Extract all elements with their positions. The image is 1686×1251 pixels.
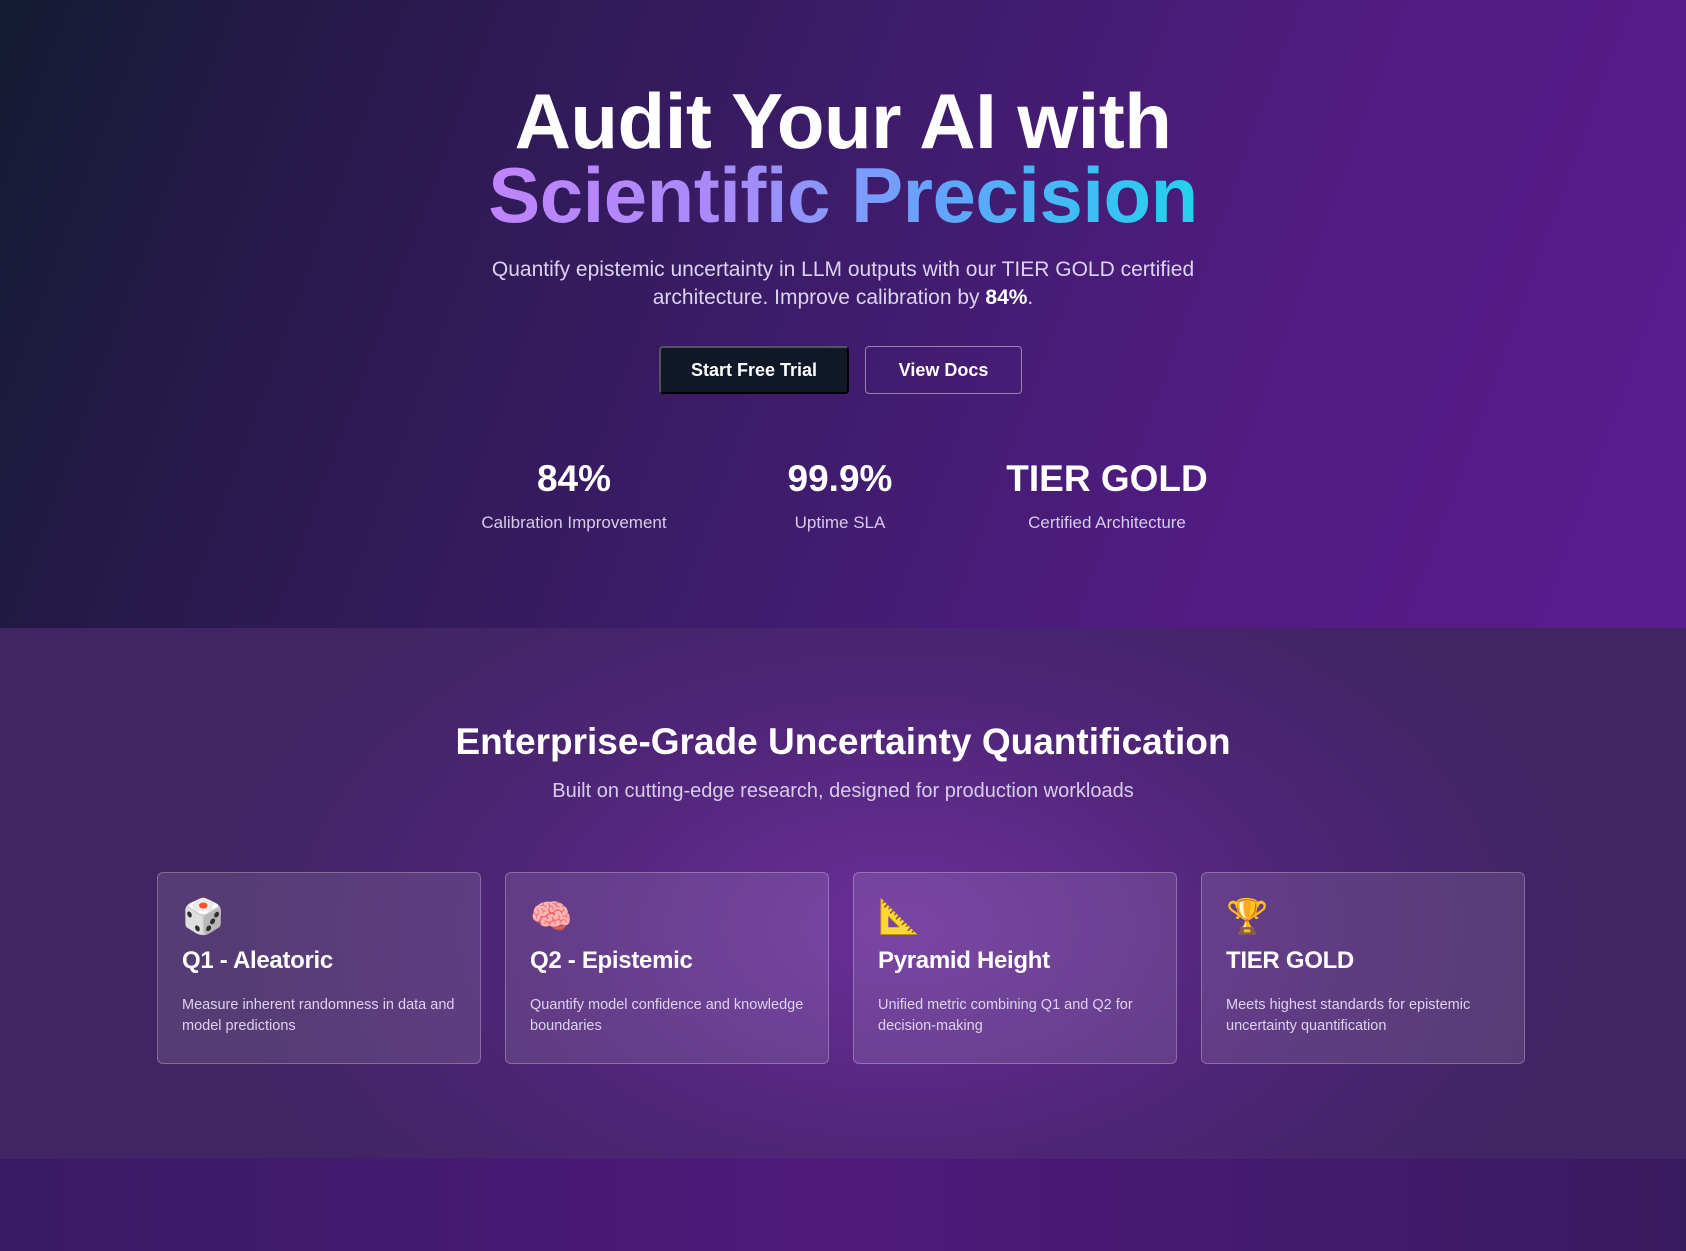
stat-value: 99.9% xyxy=(787,458,893,499)
feature-card-title: Q2 - Epistemic xyxy=(530,947,693,974)
feature-card-description: Quantify model confidence and knowledge … xyxy=(530,997,804,1034)
stat-label: Certified Architecture xyxy=(1028,513,1186,532)
hero-subtitle-text: Quantify epistemic uncertainty in LLM ou… xyxy=(491,258,1195,309)
hero-subtitle: Quantify epistemic uncertainty in LLM ou… xyxy=(443,256,1243,312)
stat-uptime: 99.9% Uptime SLA xyxy=(710,455,970,533)
brain-icon: 🧠 xyxy=(530,897,573,937)
feature-card-description: Unified metric combining Q1 and Q2 for d… xyxy=(878,997,1133,1034)
hero-section: Audit Your AI with Scientific Precision … xyxy=(0,0,1686,628)
hero-subtitle-end: . xyxy=(1027,286,1034,309)
trophy-icon: 🏆 xyxy=(1226,897,1269,937)
stat-value: TIER GOLD xyxy=(1006,458,1208,499)
stat-label: Calibration Improvement xyxy=(481,513,667,532)
hero-title: Audit Your AI with Scientific Precision xyxy=(0,82,1686,239)
feature-card-description: Meets highest standards for epistemic un… xyxy=(1226,997,1471,1034)
stat-label: Uptime SLA xyxy=(794,513,886,532)
feature-card-description: Measure inherent randomness in data and … xyxy=(182,997,455,1034)
feature-card-tier-gold: 🏆 TIER GOLD Meets highest standards for … xyxy=(1201,872,1525,1064)
view-docs-button[interactable]: View Docs xyxy=(865,346,1022,394)
feature-card-title: TIER GOLD xyxy=(1226,947,1354,974)
feature-card-title: Pyramid Height xyxy=(878,947,1050,974)
triangular-ruler-icon: 📐 xyxy=(878,897,921,937)
dice-icon: 🎲 xyxy=(182,897,225,937)
start-free-trial-button[interactable]: Start Free Trial xyxy=(659,346,849,394)
feature-card-epistemic: 🧠 Q2 - Epistemic Quantify model confiden… xyxy=(505,872,829,1064)
stat-calibration: 84% Calibration Improvement xyxy=(444,455,704,533)
feature-card-pyramid-height: 📐 Pyramid Height Unified metric combinin… xyxy=(853,872,1177,1064)
stat-value: 84% xyxy=(536,458,612,499)
features-subtitle: Built on cutting-edge research, designed… xyxy=(552,780,1134,802)
feature-card-title: Q1 - Aleatoric xyxy=(182,947,333,974)
next-section-edge xyxy=(0,1159,1686,1251)
hero-title-line2: Scientific Precision xyxy=(488,151,1198,239)
features-title: Enterprise-Grade Uncertainty Quantificat… xyxy=(455,721,1231,762)
hero-subtitle-highlight: 84% xyxy=(985,286,1028,309)
feature-card-aleatoric: 🎲 Q1 - Aleatoric Measure inherent random… xyxy=(157,872,481,1064)
features-section: Enterprise-Grade Uncertainty Quantificat… xyxy=(0,628,1686,1159)
stat-certification: TIER GOLD Certified Architecture xyxy=(977,455,1237,533)
